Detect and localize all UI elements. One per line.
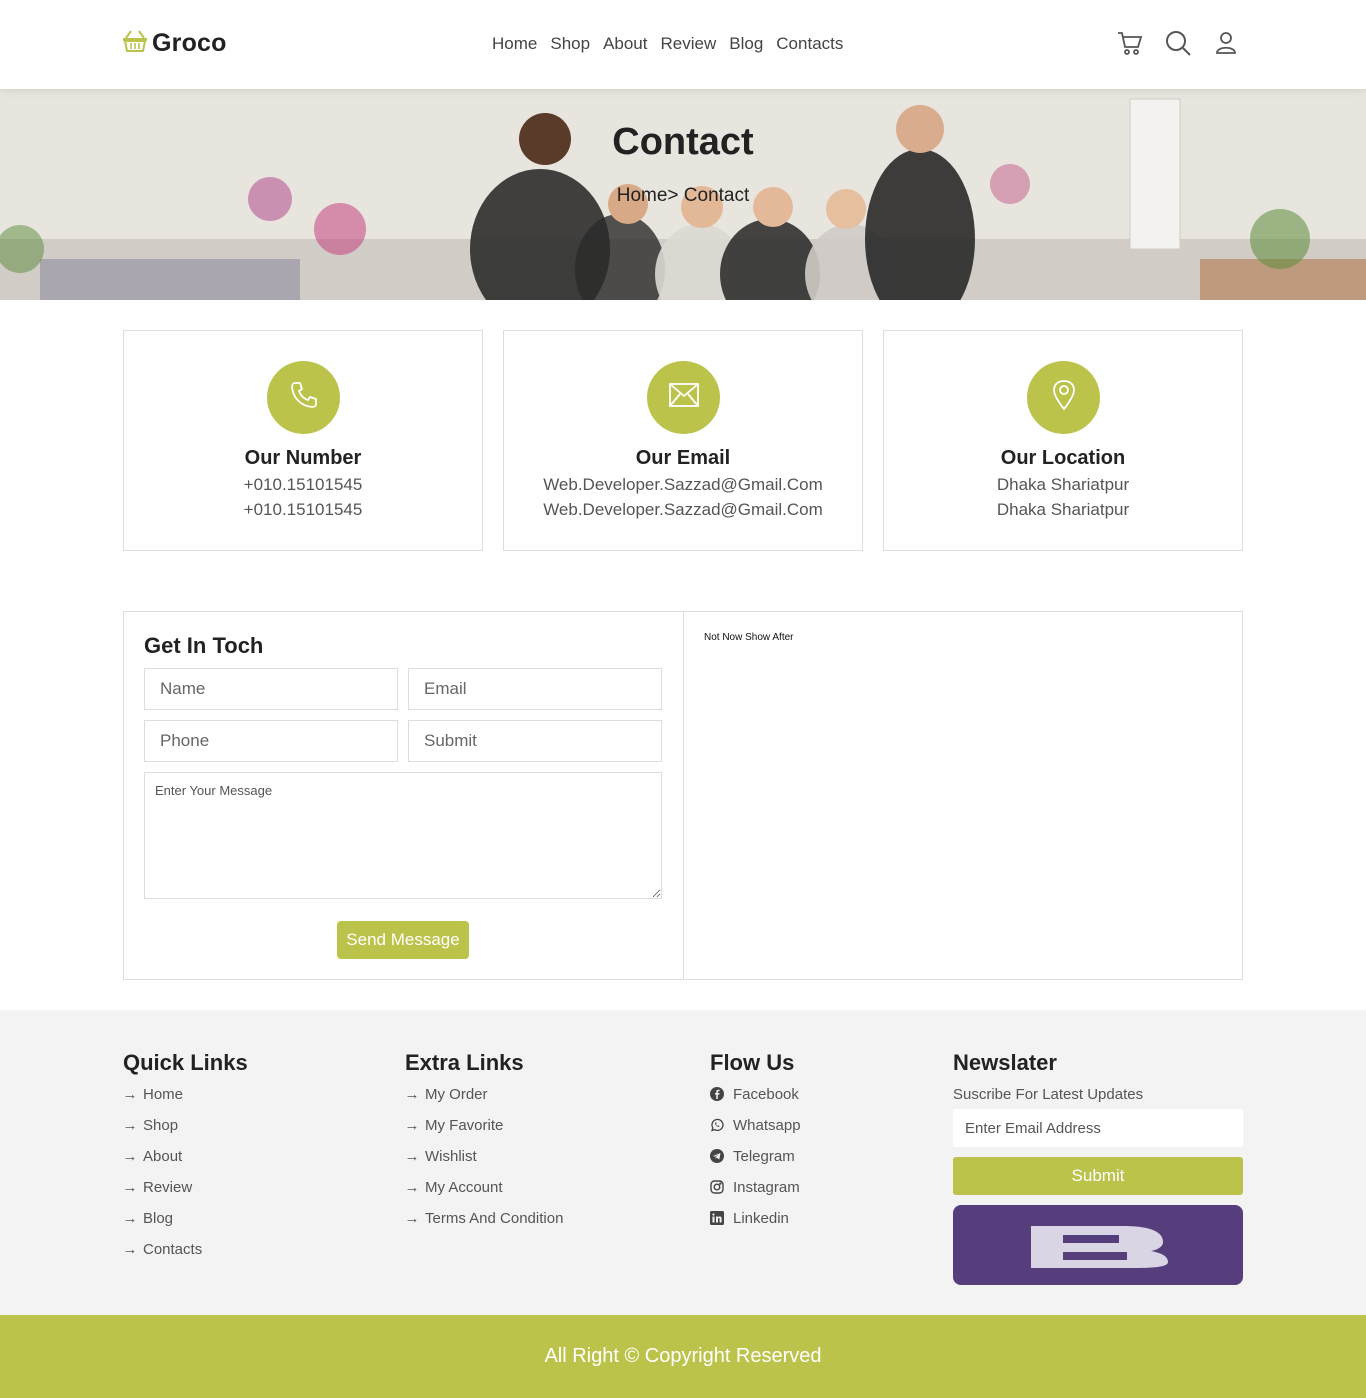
header-actions [1116, 29, 1240, 57]
linkedin-icon [710, 1210, 724, 1226]
arrow-right-icon: → [404, 1147, 420, 1165]
nav-review[interactable]: Review [661, 34, 717, 54]
newsletter-email-input[interactable] [953, 1109, 1243, 1147]
newsletter-subtitle: Suscribe For Latest Updates [953, 1086, 1144, 1103]
card-line: +010.15101545 [243, 500, 363, 519]
nav-blog[interactable]: Blog [729, 34, 763, 54]
logo[interactable]: Groco [122, 29, 227, 58]
nav-contacts[interactable]: Contacts [776, 34, 843, 54]
footer: Quick Links → Home → Shop → About → Review →… [0, 1010, 1366, 1315]
card-line: Web.Developer.Sazzad@Gmail.Com [543, 500, 823, 519]
phone-input[interactable] [144, 720, 398, 762]
quick-link-about[interactable]: → About [123, 1148, 248, 1179]
extra-link-my-order[interactable]: → My Order [405, 1086, 563, 1117]
card-line: +010.15101545 [243, 475, 363, 494]
arrow-right-icon: → [404, 1085, 420, 1103]
quick-link-review[interactable]: → Review [123, 1179, 248, 1210]
newsletter-title: Newslater [953, 1050, 1057, 1075]
send-message-button[interactable]: Send Message [337, 921, 469, 959]
location-icon-circle [1027, 361, 1100, 434]
quick-links-title: Quick Links [123, 1050, 248, 1075]
contact-form: Get In Toch Send Message [123, 611, 684, 980]
arrow-right-icon: → [404, 1178, 420, 1196]
message-textarea[interactable] [144, 772, 662, 899]
quick-links: Quick Links → Home → Shop → About → Review →… [123, 1050, 248, 1272]
arrow-right-icon: → [404, 1209, 420, 1227]
form-title: Get In Toch [144, 633, 264, 658]
breadcrumb[interactable]: Home> Contact [0, 185, 1366, 207]
cart-icon[interactable] [1116, 29, 1144, 57]
newsletter: Newslater Suscribe For Latest Updates Su… [953, 1050, 1243, 1285]
card-line: Dhaka Shariatpur [996, 500, 1130, 519]
quick-link-blog[interactable]: → Blog [123, 1210, 248, 1241]
brand-name: Groco [152, 29, 227, 57]
arrow-right-icon: → [122, 1147, 138, 1165]
facebook-icon [710, 1086, 724, 1102]
card-title: Our Location [1000, 447, 1126, 469]
card-line: Dhaka Shariatpur [996, 475, 1130, 494]
subject-input[interactable] [408, 720, 662, 762]
email-input[interactable] [408, 668, 662, 710]
social-instagram[interactable]: Instagram [710, 1179, 801, 1210]
social-facebook[interactable]: Facebook [710, 1086, 801, 1117]
extra-links: Extra Links → My Order → My Favorite → Wish… [404, 1050, 564, 1241]
follow-us: Flow Us Facebook Whatsapp Telegram Insta… [710, 1050, 801, 1241]
user-icon[interactable] [1212, 29, 1240, 57]
arrow-right-icon: → [122, 1209, 138, 1227]
main-nav: Home Shop About Review Blog Contacts [492, 34, 843, 54]
quick-link-shop[interactable]: → Shop [123, 1117, 248, 1148]
social-telegram[interactable]: Telegram [710, 1148, 801, 1179]
quick-link-contacts[interactable]: → Contacts [123, 1241, 248, 1272]
nav-shop[interactable]: Shop [550, 34, 590, 54]
quick-link-home[interactable]: → Home [123, 1086, 248, 1117]
name-input[interactable] [144, 668, 398, 710]
newsletter-submit-button[interactable]: Submit [953, 1157, 1243, 1195]
map-panel: Not Now Show After [683, 611, 1243, 980]
hero-banner: Contact Home> Contact [0, 89, 1366, 300]
email-card: Our Email Web.Developer.Sazzad@Gmail.Com… [503, 330, 863, 551]
bootstrap-logo-image [953, 1205, 1243, 1285]
card-title: Our Number [244, 447, 362, 469]
card-title: Our Email [635, 447, 731, 469]
envelope-icon [668, 382, 700, 413]
arrow-right-icon: → [122, 1085, 138, 1103]
arrow-right-icon: → [122, 1178, 138, 1196]
card-line: Web.Developer.Sazzad@Gmail.Com [543, 475, 823, 494]
whatsapp-icon [710, 1117, 724, 1133]
telegram-icon [710, 1148, 724, 1164]
extra-link-my-account[interactable]: → My Account [405, 1179, 563, 1210]
copyright-bar: All Right © Copyright Reserved [0, 1315, 1366, 1398]
nav-home[interactable]: Home [492, 34, 537, 54]
location-pin-icon [1051, 379, 1077, 416]
extra-link-terms[interactable]: → Terms And Condition [404, 1209, 564, 1241]
search-icon[interactable] [1164, 29, 1192, 57]
envelope-icon-circle [647, 361, 720, 434]
social-whatsapp[interactable]: Whatsapp [710, 1117, 801, 1148]
arrow-right-icon: → [122, 1116, 138, 1134]
basket-icon [122, 29, 148, 58]
nav-about[interactable]: About [603, 34, 647, 54]
location-card: Our Location Dhaka Shariatpur Dhaka Shar… [883, 330, 1243, 551]
site-header: Groco Home Shop About Review Blog Contac… [0, 0, 1366, 89]
instagram-icon [710, 1179, 724, 1195]
number-card: Our Number +010.15101545 +010.15101545 [123, 330, 483, 551]
arrow-right-icon: → [404, 1116, 420, 1134]
extra-links-title: Extra Links [405, 1050, 524, 1075]
social-linkedin[interactable]: Linkedin [710, 1210, 801, 1241]
map-placeholder-text: Not Now Show After [704, 632, 794, 643]
phone-icon [288, 379, 320, 416]
follow-us-title: Flow Us [710, 1050, 795, 1075]
phone-icon-circle [267, 361, 340, 434]
bootstrap-b-icon [1031, 1226, 1168, 1268]
arrow-right-icon: → [122, 1240, 138, 1258]
extra-link-wishlist[interactable]: → Wishlist [405, 1148, 563, 1179]
extra-link-my-favorite[interactable]: → My Favorite [405, 1117, 563, 1148]
page-title: Contact [612, 121, 754, 163]
